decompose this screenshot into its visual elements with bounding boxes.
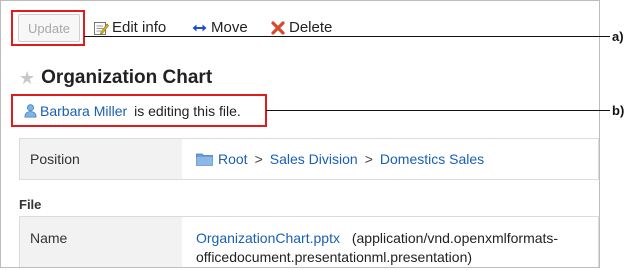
move-label: Move [211, 19, 248, 36]
file-detail-panel: Update Edit info Move Delete ★ Organizat… [0, 0, 600, 268]
callout-a-line [84, 36, 610, 37]
file-name-value: OrganizationChart.pptx (application/vnd.… [182, 217, 598, 267]
breadcrumb-root[interactable]: Root [218, 151, 248, 167]
edit-info-button[interactable]: Edit info [93, 19, 166, 36]
breadcrumb-separator: > [364, 151, 373, 167]
file-name-row: Name OrganizationChart.pptx (application… [19, 216, 599, 267]
editing-user-link[interactable]: Barbara Miller [40, 103, 127, 119]
page-title: Organization Chart [41, 67, 213, 88]
file-section-title: File [19, 197, 42, 212]
callout-b-label: b) [612, 103, 625, 118]
user-icon [24, 104, 37, 118]
callout-a-label: a) [612, 29, 624, 44]
folder-icon [196, 153, 213, 166]
update-button[interactable]: Update [18, 14, 80, 42]
breadcrumb-domestics-sales[interactable]: Domestics Sales [380, 151, 484, 167]
file-name-label: Name [20, 217, 182, 267]
title-row: ★ Organization Chart [19, 67, 212, 89]
callout-b-line [266, 110, 610, 111]
delete-x-icon [271, 20, 285, 35]
favorite-star-icon[interactable]: ★ [19, 69, 35, 87]
editing-message: is editing this file. [134, 102, 241, 119]
move-arrows-icon [192, 24, 207, 31]
edit-info-icon [94, 21, 109, 35]
delete-label: Delete [289, 19, 333, 36]
breadcrumb-sales-division[interactable]: Sales Division [270, 151, 358, 167]
delete-button[interactable]: Delete [270, 19, 332, 36]
editing-notice: Barbara Miller is editing this file. [11, 94, 267, 127]
breadcrumb: Root > Sales Division > Domestics Sales [182, 139, 598, 179]
move-button[interactable]: Move [191, 19, 248, 36]
position-row: Position Root > Sales Division > Domesti… [19, 138, 599, 180]
breadcrumb-separator: > [254, 151, 263, 167]
file-download-link[interactable]: OrganizationChart.pptx [196, 230, 340, 246]
position-label: Position [20, 139, 182, 179]
edit-info-label: Edit info [112, 19, 167, 36]
